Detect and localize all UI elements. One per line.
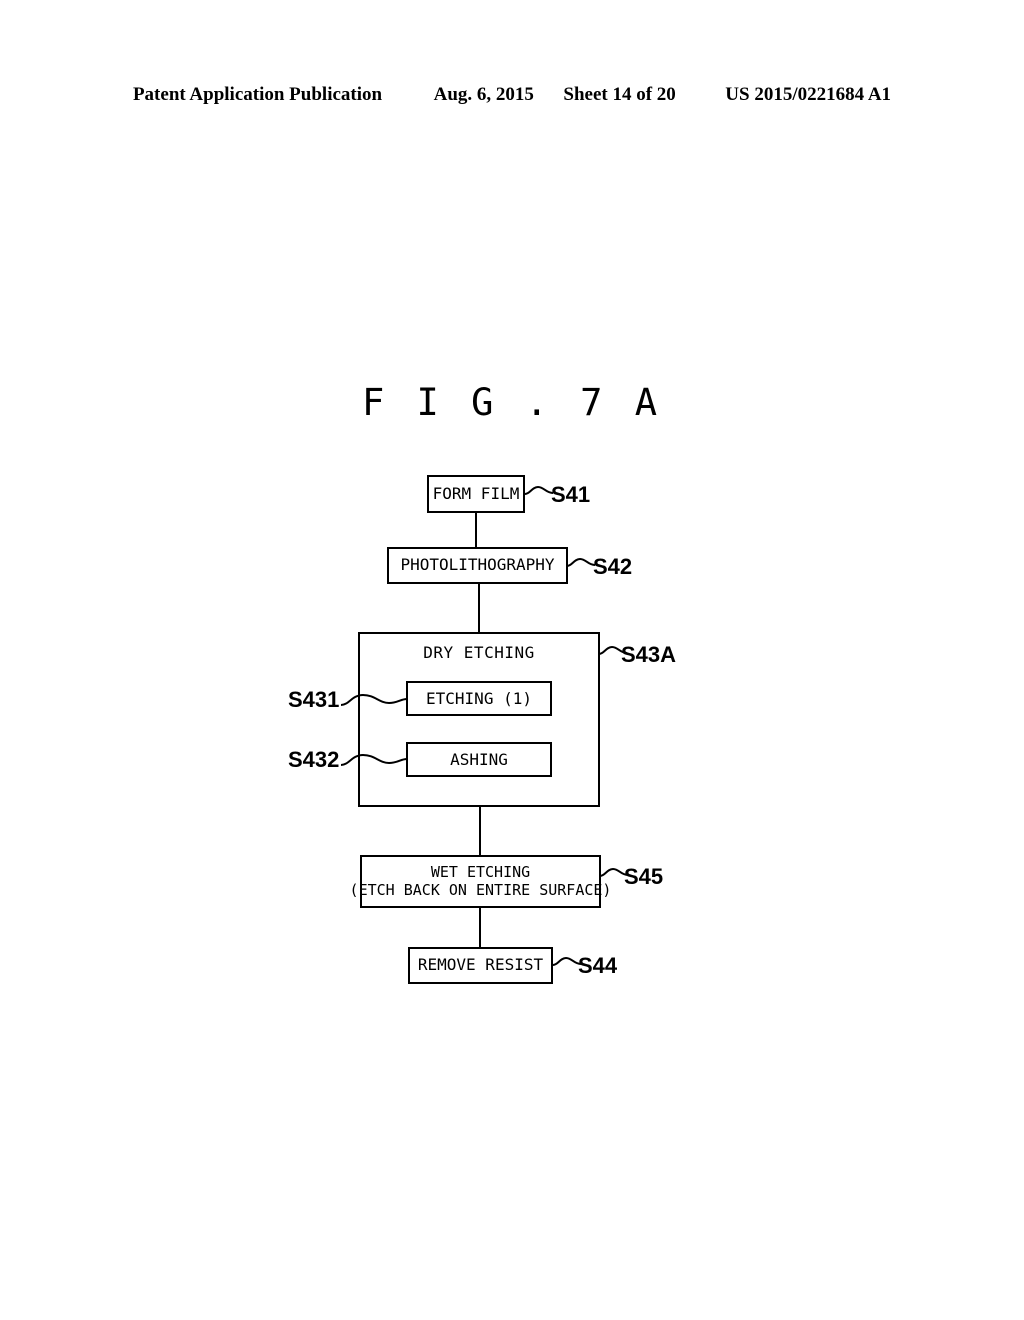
flowchart-node-form-film: FORM FILM <box>427 475 525 513</box>
leader-line-s432 <box>341 751 409 769</box>
flowchart-node-ashing: ASHING <box>406 742 552 777</box>
flowchart-node-dry-etching-label: DRY ETCHING <box>423 643 535 662</box>
flowchart-node-etching-1-label: ETCHING (1) <box>426 689 532 708</box>
connector-form-film-to-photolithography <box>475 513 477 547</box>
reference-label-s43a: S43A <box>621 642 677 667</box>
flowchart-node-wet-etching-label-line2: (ETCH BACK ON ENTIRE SURFACE) <box>349 880 612 899</box>
connector-wet-etching-to-remove-resist <box>479 908 481 947</box>
flowchart-node-photolithography-label: PHOTOLITHOGRAPHY <box>400 555 555 575</box>
flowchart-node-wet-etching-label-line1: WET ETCHING <box>430 862 531 881</box>
flowchart-node-wet-etching: WET ETCHING (ETCH BACK ON ENTIRE SURFACE… <box>350 855 611 908</box>
flowchart-node-remove-resist-label: REMOVE RESIST <box>417 955 544 975</box>
reference-label-s42: S42 <box>593 554 633 579</box>
reference-label-s432: S432 <box>288 747 340 772</box>
leader-line-s431 <box>341 691 409 709</box>
flowchart-diagram: FORM FILM S41 PHOTOLITHOGRAPHY S42 DRY E… <box>0 0 1024 1320</box>
reference-label-s44: S44 <box>578 953 618 978</box>
flowchart-node-form-film-label: FORM FILM <box>432 483 520 503</box>
connector-photolithography-to-dry-etching <box>478 584 480 632</box>
flowchart-node-remove-resist: REMOVE RESIST <box>408 947 553 984</box>
reference-label-s41: S41 <box>551 482 591 507</box>
flowchart-node-photolithography: PHOTOLITHOGRAPHY <box>387 547 568 584</box>
flowchart-node-dry-etching: DRY ETCHING <box>358 632 600 807</box>
connector-dry-etching-to-wet-etching <box>479 807 481 855</box>
flowchart-node-ashing-label: ASHING <box>450 750 508 769</box>
reference-label-s431: S431 <box>288 687 340 712</box>
reference-label-s45: S45 <box>624 864 664 889</box>
flowchart-node-etching-1: ETCHING (1) <box>406 681 552 716</box>
